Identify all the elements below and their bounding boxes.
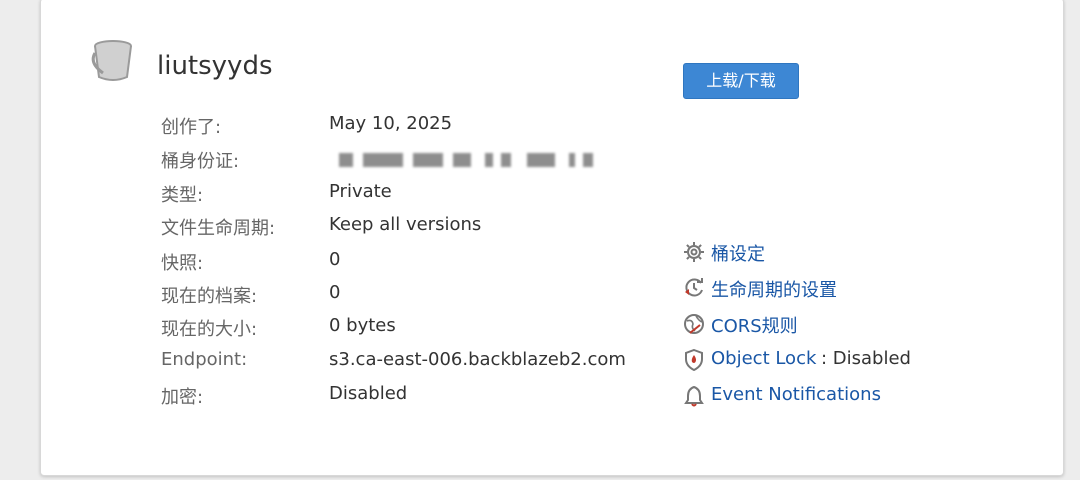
info-label: 现在的大小: [161, 319, 258, 340]
info-value: 0 bytes [329, 315, 396, 336]
info-value: May 10, 2025 [329, 113, 453, 134]
info-value: s3.ca-east-006.backblazeb2.com [329, 349, 626, 370]
info-label: 加密: [161, 387, 204, 408]
object-lock-status: : Disabled [821, 348, 911, 369]
info-label: 桶身份证: [161, 151, 240, 172]
info-label: 文件生命周期: [161, 218, 276, 239]
bell-icon [683, 385, 705, 407]
info-label: 类型: [161, 185, 204, 206]
bucket-id-redacted [329, 153, 599, 167]
link-label[interactable]: 生命周期的设置 [711, 276, 837, 302]
info-label: Endpoint: [161, 349, 248, 370]
link-label[interactable]: CORS规则 [711, 312, 798, 338]
info-value: 0 [329, 282, 341, 303]
link-label[interactable]: Event Notifications [711, 384, 881, 405]
info-value: Keep all versions [329, 214, 482, 235]
link-label[interactable]: Object Lock [711, 348, 816, 369]
bucket-card: liutsyyds 上载/下载 创作了: May 10, 2025 桶身份证: … [40, 0, 1064, 476]
info-label: 现在的档案: [161, 286, 258, 307]
link-label[interactable]: 桶设定 [711, 240, 765, 266]
bucket-icon [89, 39, 137, 83]
info-value: Disabled [329, 383, 408, 404]
bucket-name: liutsyyds [157, 51, 273, 81]
shield-lock-icon [683, 348, 705, 372]
lifecycle-icon [683, 277, 705, 299]
info-label: 快照: [161, 253, 204, 274]
upload-download-button[interactable]: 上载/下载 [683, 63, 799, 99]
info-value: 0 [329, 249, 341, 270]
gear-icon [683, 241, 705, 263]
info-value: Private [329, 181, 392, 202]
info-label: 创作了: [161, 117, 222, 138]
globe-icon [683, 313, 705, 335]
